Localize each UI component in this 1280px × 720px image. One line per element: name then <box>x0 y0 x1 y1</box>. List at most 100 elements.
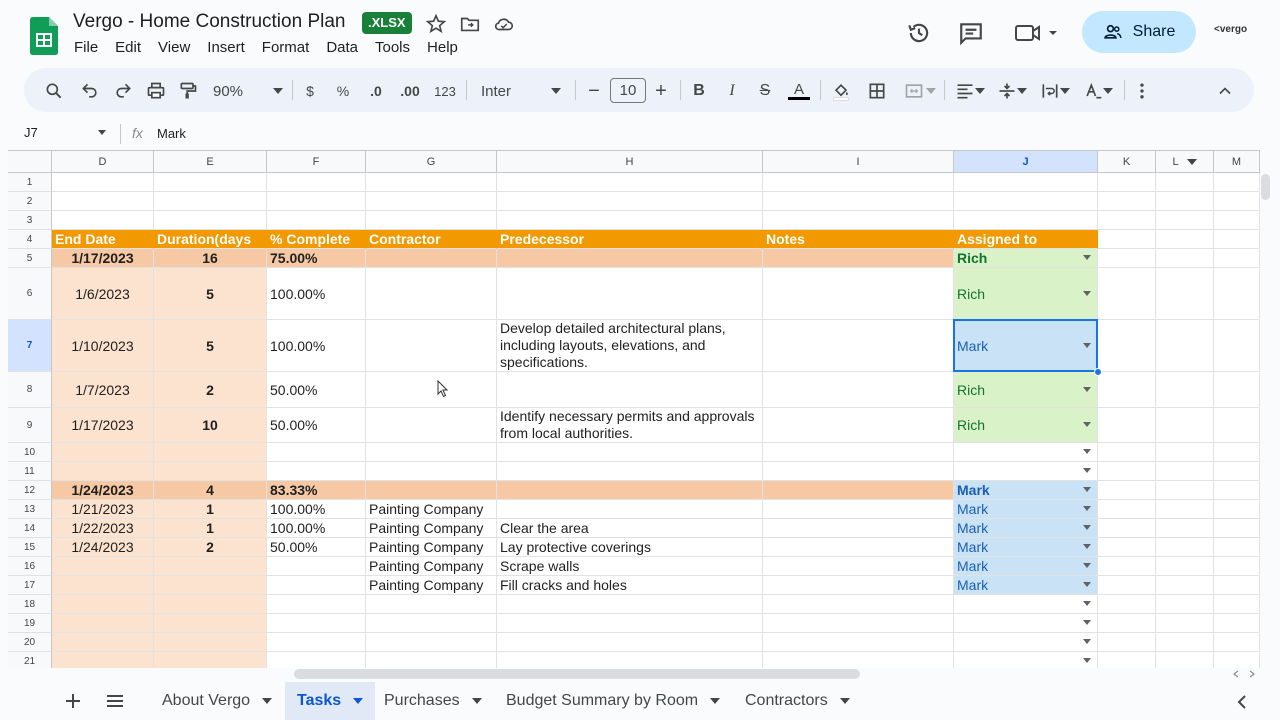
dropdown-arrow-icon[interactable] <box>1083 255 1091 260</box>
dropdown-arrow-icon[interactable] <box>1083 487 1091 492</box>
row-header-19[interactable]: 19 <box>8 614 52 633</box>
cell-m20[interactable] <box>1214 633 1260 652</box>
fill-color-icon[interactable] <box>830 80 852 102</box>
cell-k5[interactable] <box>1098 249 1156 268</box>
column-header-m[interactable]: M <box>1214 151 1260 173</box>
print-icon[interactable] <box>145 80 167 102</box>
cell-m12[interactable] <box>1214 481 1260 500</box>
notes-cell[interactable] <box>763 268 954 320</box>
column-header-l[interactable]: L <box>1156 151 1214 173</box>
cell-g18[interactable] <box>366 595 497 614</box>
cell-g11[interactable] <box>366 462 497 481</box>
row-header-3[interactable]: 3 <box>8 211 52 230</box>
dropdown-arrow-icon[interactable] <box>1083 544 1091 549</box>
dropdown-arrow-icon[interactable] <box>1083 582 1091 587</box>
cell-m2[interactable] <box>1214 192 1260 211</box>
text-wrapping-icon[interactable] <box>1037 80 1073 102</box>
duration-cell[interactable]: 10 <box>154 408 267 443</box>
search-menus-icon[interactable] <box>43 80 65 102</box>
cell-m13[interactable] <box>1214 500 1260 519</box>
assigned-dropdown-cell[interactable]: Mark <box>954 538 1098 557</box>
cell-k1[interactable] <box>1098 173 1156 192</box>
cell-i1[interactable] <box>763 173 954 192</box>
redo-icon[interactable] <box>112 80 134 102</box>
header-e4[interactable]: Duration(days <box>154 230 267 249</box>
row-header-13[interactable]: 13 <box>8 500 52 519</box>
document-title[interactable]: Vergo - Home Construction Plan <box>73 11 345 33</box>
end-date-cell[interactable]: 1/17/2023 <box>52 249 154 268</box>
contractor-cell[interactable]: Painting Company <box>366 557 497 576</box>
row-header-8[interactable]: 8 <box>8 372 52 408</box>
collapse-menu-icon[interactable] <box>1214 80 1236 102</box>
cell-l16[interactable] <box>1156 557 1214 576</box>
row-header-1[interactable]: 1 <box>8 173 52 192</box>
dropdown-arrow-icon[interactable] <box>1083 639 1091 644</box>
cell-k10[interactable] <box>1098 443 1156 462</box>
filter-icon[interactable] <box>1186 158 1197 165</box>
header-h4[interactable]: Predecessor <box>497 230 763 249</box>
column-header-f[interactable]: F <box>267 151 366 173</box>
cell-m15[interactable] <box>1214 538 1260 557</box>
cell-k21[interactable] <box>1098 652 1156 668</box>
percent-complete-cell[interactable]: 50.00% <box>267 408 366 443</box>
cell-k12[interactable] <box>1098 481 1156 500</box>
cell-j2[interactable] <box>954 192 1098 211</box>
sheet-tab-contractors[interactable]: Contractors <box>733 682 862 720</box>
paint-format-icon[interactable] <box>177 80 199 102</box>
cell-h20[interactable] <box>497 633 763 652</box>
menu-tools[interactable]: Tools <box>375 39 410 56</box>
horizontal-align-icon[interactable] <box>952 80 988 102</box>
cell-d1[interactable] <box>52 173 154 192</box>
cell-m17[interactable] <box>1214 576 1260 595</box>
cell-j11[interactable] <box>954 462 1098 481</box>
contractor-cell[interactable]: Painting Company <box>366 500 497 519</box>
chevron-down-icon[interactable] <box>471 698 482 704</box>
cell-k18[interactable] <box>1098 595 1156 614</box>
duration-cell[interactable]: 16 <box>154 249 267 268</box>
cell-l5[interactable] <box>1156 249 1214 268</box>
cell-k15[interactable] <box>1098 538 1156 557</box>
star-icon[interactable] <box>425 13 447 35</box>
vertical-align-icon[interactable] <box>994 80 1030 102</box>
increase-decimal-button[interactable]: .00 <box>397 80 423 102</box>
meet-camera-icon[interactable] <box>1014 20 1064 46</box>
dropdown-arrow-icon[interactable] <box>1083 290 1091 296</box>
cell-k2[interactable] <box>1098 192 1156 211</box>
cell-k17[interactable] <box>1098 576 1156 595</box>
cell-d19[interactable] <box>52 614 154 633</box>
cell-g20[interactable] <box>366 633 497 652</box>
chevron-down-icon[interactable] <box>353 698 364 704</box>
cell-m11[interactable] <box>1214 462 1260 481</box>
row-header-11[interactable]: 11 <box>8 462 52 481</box>
column-header-d[interactable]: D <box>52 151 154 173</box>
cell-e21[interactable] <box>154 652 267 668</box>
dropdown-arrow-icon[interactable] <box>1083 620 1091 625</box>
cell-m9[interactable] <box>1214 408 1260 443</box>
sheet-tab-purchases[interactable]: Purchases <box>372 682 494 720</box>
row-header-16[interactable]: 16 <box>8 557 52 576</box>
cell-d21[interactable] <box>52 652 154 668</box>
cell-l18[interactable] <box>1156 595 1214 614</box>
row-header-12[interactable]: 12 <box>8 481 52 500</box>
percent-complete-cell[interactable] <box>267 576 366 595</box>
cell-e20[interactable] <box>154 633 267 652</box>
decrease-font-size-button[interactable]: − <box>584 80 604 102</box>
undo-icon[interactable] <box>79 80 101 102</box>
vertical-scrollbar[interactable] <box>1261 174 1270 200</box>
cell-l10[interactable] <box>1156 443 1214 462</box>
assigned-dropdown-cell[interactable]: Rich <box>954 408 1098 443</box>
header-j4[interactable]: Assigned to <box>954 230 1098 249</box>
duration-cell[interactable] <box>154 557 267 576</box>
cell-j10[interactable] <box>954 443 1098 462</box>
dropdown-arrow-icon[interactable] <box>1083 601 1091 606</box>
cell-d11[interactable] <box>52 462 154 481</box>
menu-data[interactable]: Data <box>326 39 358 56</box>
notes-cell[interactable] <box>763 500 954 519</box>
predecessor-cell[interactable] <box>497 249 763 268</box>
cell-e10[interactable] <box>154 443 267 462</box>
assigned-dropdown-cell[interactable]: Mark <box>954 557 1098 576</box>
cell-l11[interactable] <box>1156 462 1214 481</box>
cell-i19[interactable] <box>763 614 954 633</box>
end-date-cell[interactable]: 1/22/2023 <box>52 519 154 538</box>
end-date-cell[interactable] <box>52 557 154 576</box>
